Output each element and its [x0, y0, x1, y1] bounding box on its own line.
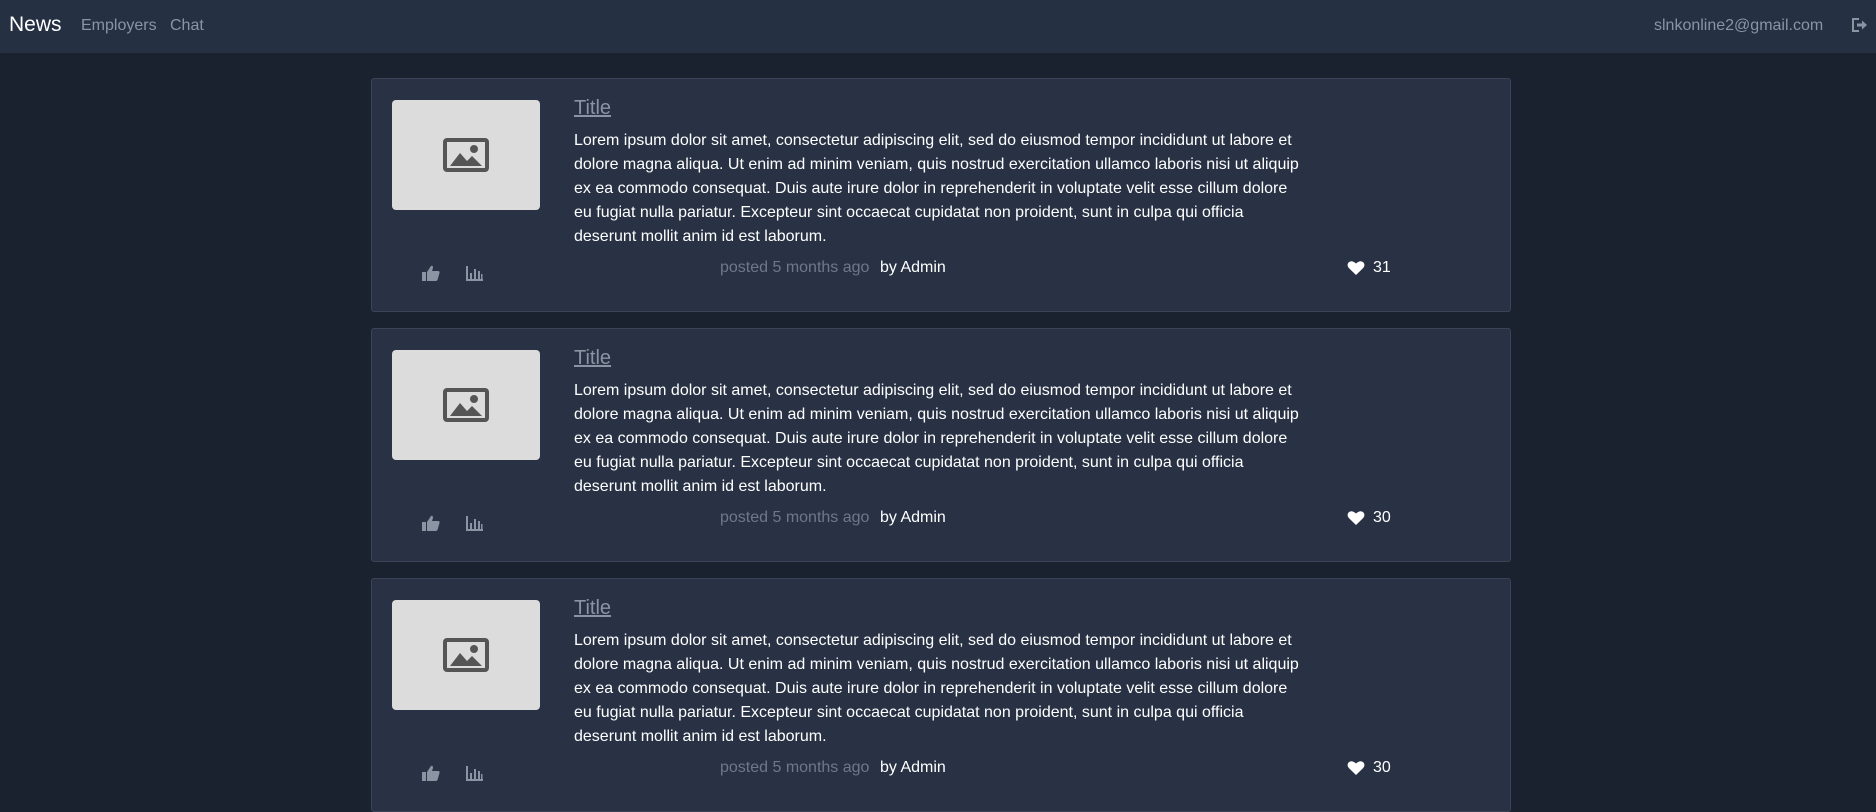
- post-title[interactable]: Title: [574, 97, 611, 120]
- post-timestamp: posted 5 months ago: [720, 509, 870, 526]
- bar-chart-icon[interactable]: [465, 264, 485, 282]
- like-count: 30: [1373, 509, 1391, 526]
- sign-out-icon[interactable]: [1850, 16, 1868, 34]
- nav-link-chat[interactable]: Chat: [170, 17, 204, 35]
- post-thumbnail[interactable]: [392, 350, 540, 460]
- heart-icon: [1347, 511, 1365, 525]
- heart-icon: [1347, 761, 1365, 775]
- like-counter[interactable]: 30: [1347, 509, 1391, 527]
- post-timestamp: posted 5 months ago: [720, 759, 870, 776]
- post-author: by Admin: [880, 259, 946, 276]
- thumbs-up-icon[interactable]: [421, 764, 441, 782]
- post-author: by Admin: [880, 509, 946, 526]
- heart-icon: [1347, 261, 1365, 275]
- like-counter[interactable]: 30: [1347, 759, 1391, 777]
- post-title[interactable]: Title: [574, 347, 611, 370]
- image-icon: [443, 388, 489, 422]
- bar-chart-icon[interactable]: [465, 764, 485, 782]
- brand-link[interactable]: News: [9, 13, 62, 37]
- news-card: Title Lorem ipsum dolor sit amet, consec…: [371, 328, 1511, 562]
- nav-link-employers[interactable]: Employers: [81, 17, 157, 35]
- news-card: Title Lorem ipsum dolor sit amet, consec…: [371, 78, 1511, 312]
- post-timestamp: posted 5 months ago: [720, 259, 870, 276]
- like-count: 31: [1373, 259, 1391, 276]
- post-thumbnail[interactable]: [392, 100, 540, 210]
- thumbs-up-icon[interactable]: [421, 514, 441, 532]
- bar-chart-icon[interactable]: [465, 514, 485, 532]
- post-body: Lorem ipsum dolor sit amet, consectetur …: [574, 132, 1299, 245]
- post-author: by Admin: [880, 759, 946, 776]
- like-count: 30: [1373, 759, 1391, 776]
- post-title[interactable]: Title: [574, 597, 611, 620]
- like-counter[interactable]: 31: [1347, 259, 1391, 277]
- news-card: Title Lorem ipsum dolor sit amet, consec…: [371, 578, 1511, 812]
- post-thumbnail[interactable]: [392, 600, 540, 710]
- thumbs-up-icon[interactable]: [421, 264, 441, 282]
- user-email[interactable]: slnkonline2@gmail.com: [1654, 17, 1823, 35]
- post-body: Lorem ipsum dolor sit amet, consectetur …: [574, 382, 1299, 495]
- top-navbar: News Employers Chat slnkonline2@gmail.co…: [0, 0, 1876, 53]
- image-icon: [443, 638, 489, 672]
- image-icon: [443, 138, 489, 172]
- post-body: Lorem ipsum dolor sit amet, consectetur …: [574, 632, 1299, 745]
